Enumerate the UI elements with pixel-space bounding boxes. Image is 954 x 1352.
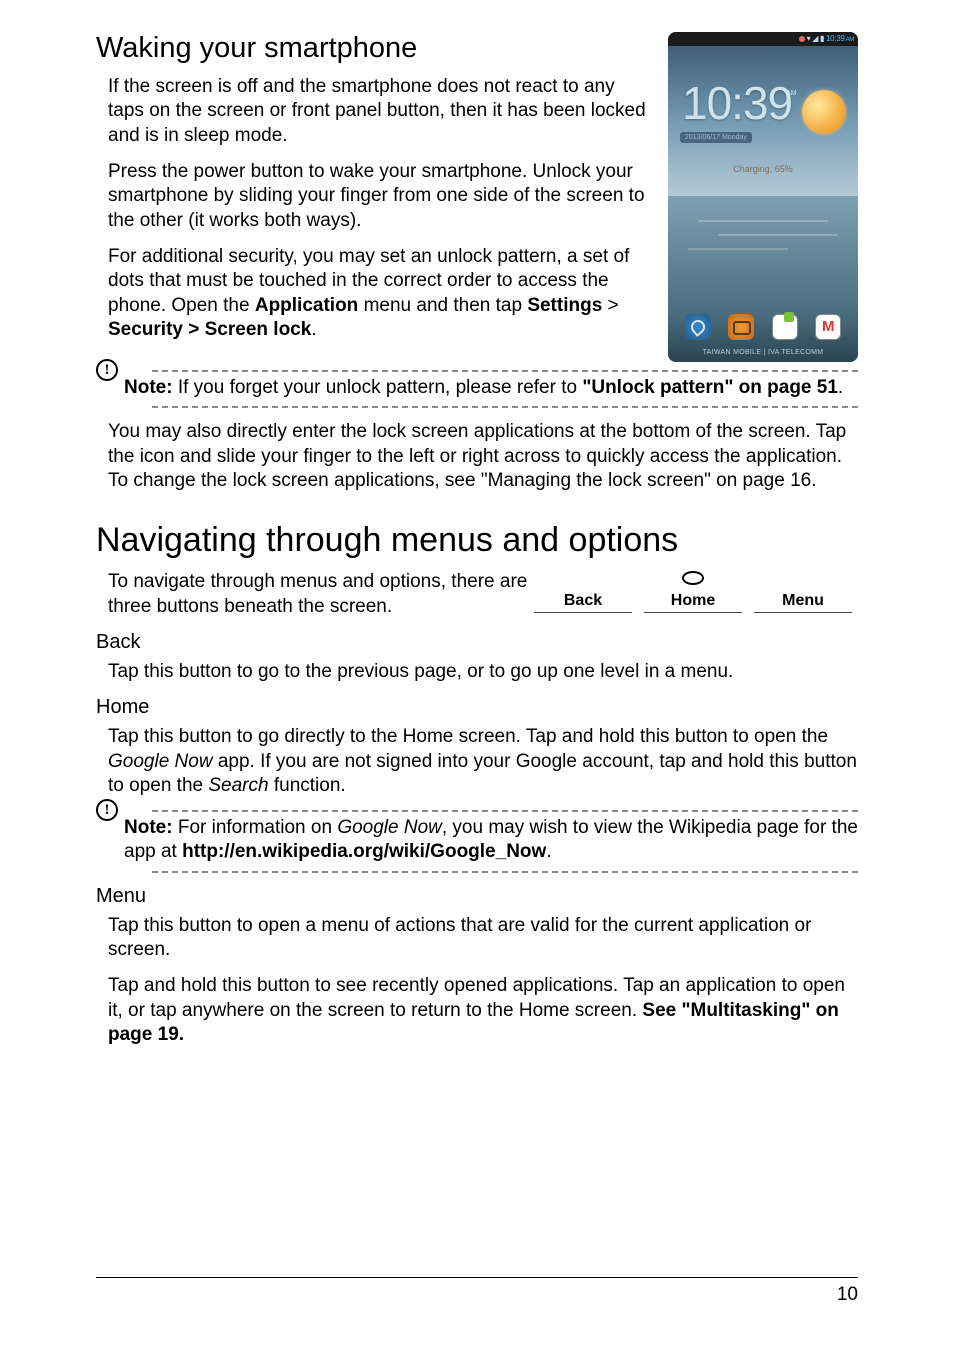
menu-para-1: Tap this button to open a menu of action… (108, 914, 858, 963)
phone-carrier: TAIWAN MOBILE | IVA TELECOMM (668, 349, 858, 356)
phone-clock: 10:39 (682, 76, 792, 130)
nav-label-menu: Menu (754, 592, 852, 613)
home-para: Tap this button to go directly to the Ho… (108, 725, 858, 798)
dock-camera-icon (728, 314, 754, 340)
note-unlock-pattern: ! Note: If you forget your unlock patter… (96, 370, 858, 408)
heading-menu: Menu (96, 885, 858, 908)
dock-sms-icon (772, 314, 798, 340)
phone-status-bar: ▾ ◢ ▮ 10:39 AM (668, 32, 858, 46)
heading-home: Home (96, 696, 858, 719)
note-google-now: ! Note: For information on Google Now, y… (96, 810, 858, 873)
phone-wallpaper-sky: 10:39 AM 2013/06/17 Monday Charging, 65% (668, 46, 858, 196)
nav-label-home: Home (644, 592, 742, 613)
home-icon (682, 571, 704, 585)
heading-navigating: Navigating through menus and options (96, 521, 858, 560)
note-unlock-body: Note: If you forget your unlock pattern,… (124, 372, 858, 400)
dock-phone-icon (685, 314, 711, 340)
alert-icon: ! (96, 359, 118, 381)
phone-dock (668, 314, 858, 340)
sun-icon (802, 90, 846, 134)
alert-icon: ! (96, 799, 118, 821)
lockscreen-illustration: ▾ ◢ ▮ 10:39 AM 10:39 AM 2013/06/17 Monda… (668, 32, 858, 362)
phone-status-time: 10:39 (826, 34, 845, 43)
dock-mail-icon (815, 314, 841, 340)
page-footer: 10 (96, 1277, 858, 1306)
heading-back: Back (96, 631, 858, 654)
page-number: 10 (837, 1284, 858, 1305)
nav-label-back: Back (534, 592, 632, 613)
phone-clock-ampm: AM (786, 90, 797, 97)
phone-charging: Charging, 65% (668, 164, 858, 174)
nav-buttons-figure: Back Home Menu (528, 564, 858, 613)
nav-intro: To navigate through menus and options, t… (108, 570, 535, 619)
back-para: Tap this button to go to the previous pa… (108, 660, 858, 684)
waking-para-4: You may also directly enter the lock scr… (108, 420, 858, 493)
menu-para-2: Tap and hold this button to see recently… (108, 974, 858, 1047)
note-google-now-body: Note: For information on Google Now, you… (124, 812, 858, 865)
phone-date: 2013/06/17 Monday (680, 132, 752, 143)
